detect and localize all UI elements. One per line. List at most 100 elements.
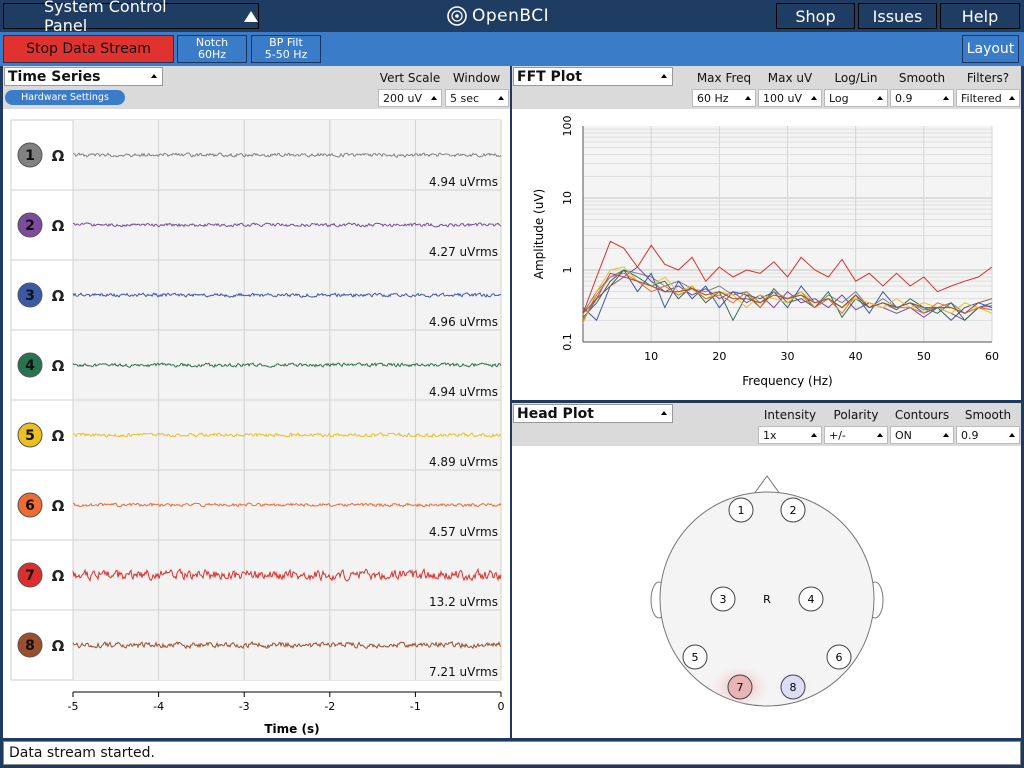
dropdown-arrow-icon [811, 96, 817, 100]
channel-8-rms: 7.21 uVrms [429, 665, 498, 679]
status-bar: Data stream started. [3, 741, 1021, 765]
head-plot: 1 2 3 4 5 6 7 8 R [650, 475, 884, 707]
time-series-widget: Time Series Hardware Settings Vert Scale… [3, 66, 510, 738]
head-control-1-dropdown[interactable]: +/- [824, 426, 888, 444]
system-control-panel-button[interactable]: System Control Panel [3, 0, 259, 35]
x-tick-label: -2 [324, 700, 335, 713]
head-control-2-dropdown[interactable]: ON [890, 426, 954, 444]
fft-control-3-dropdown[interactable]: 0.9 [890, 89, 954, 107]
head-plot-title: Head Plot [517, 405, 594, 422]
electrode-8-label: 8 [790, 681, 797, 694]
impedance-icon[interactable]: Ω [52, 497, 65, 515]
channel-7-button[interactable]: 7 [17, 562, 43, 588]
x-tick-label: 60 [985, 350, 999, 363]
vert-scale-label: Vert Scale [379, 71, 441, 85]
openbci-logo-icon [447, 6, 467, 26]
head-control-3-label: Smooth [964, 408, 1012, 422]
channel-2-rms: 4.27 uVrms [429, 245, 498, 259]
y-tick-label: 0.1 [561, 333, 574, 351]
impedance-icon[interactable]: Ω [52, 217, 65, 235]
nose-shape [753, 475, 781, 495]
bandpass-filter-button[interactable]: BP Filt 5-50 Hz [251, 35, 321, 63]
openbci-logo: OpenBCI [446, 5, 549, 27]
fft-control-3-value: 0.9 [895, 91, 913, 105]
fft-plot-widget: FFT Plot Max Freq 60 Hz Max uV 100 uV Log/Li… [512, 66, 1021, 400]
head-control-1-value: +/- [829, 428, 846, 442]
channel-6-button[interactable]: 6 [17, 492, 43, 518]
fft-control-4-dropdown[interactable]: Filtered [956, 89, 1020, 107]
impedance-icon[interactable]: Ω [52, 427, 65, 445]
head-control-2-label: Contours [894, 408, 950, 422]
head-control-0-value: 1x [763, 428, 777, 442]
channel-1-button[interactable]: 1 [17, 142, 43, 168]
help-button[interactable]: Help [940, 3, 1020, 29]
impedance-icon[interactable]: Ω [52, 637, 65, 655]
fft-widget-selector[interactable]: FFT Plot [513, 67, 673, 86]
y-tick-label: 100 [561, 116, 574, 137]
impedance-icon[interactable]: Ω [52, 147, 65, 165]
vert-scale-dropdown[interactable]: 200 uV [378, 89, 442, 107]
toolbar: Stop Data Stream Notch 60Hz BP Filt 5-50… [0, 32, 1024, 66]
electrode-7-label: 7 [737, 681, 744, 694]
channel-number: 5 [25, 428, 35, 444]
impedance-icon[interactable]: Ω [52, 357, 65, 375]
dropdown-arrow-icon [877, 96, 883, 100]
head-control-3-dropdown[interactable]: 0.9 [956, 426, 1020, 444]
channel-5-button[interactable]: 5 [17, 422, 43, 448]
fft-control-2-dropdown[interactable]: Log [824, 89, 888, 107]
channel-2-button[interactable]: 2 [17, 212, 43, 238]
shop-button[interactable]: Shop [776, 3, 855, 29]
fft-control-1-value: 100 uV [763, 91, 802, 105]
channel-number: 6 [25, 498, 35, 514]
fft-y-axis-label: Amplitude (uV) [532, 189, 546, 280]
time-series-header: Time Series Hardware Settings Vert Scale… [3, 66, 510, 109]
x-tick-label: -3 [239, 700, 250, 713]
impedance-icon[interactable]: Ω [52, 567, 65, 585]
top-bar: System Control Panel OpenBCI Shop Issues… [0, 0, 1024, 35]
dropdown-arrow-icon [943, 96, 949, 100]
window-value: 5 sec [450, 91, 480, 105]
layout-button[interactable]: Layout [962, 35, 1019, 63]
fft-control-3-label: Smooth [898, 71, 946, 85]
channel-number: 1 [25, 148, 35, 164]
x-axis-label: Time (s) [264, 722, 319, 736]
dropdown-arrow-icon [943, 433, 949, 437]
fft-control-4-value: Filtered [961, 91, 1002, 105]
dropdown-arrow-icon [661, 411, 667, 415]
channel-number: 2 [25, 218, 35, 234]
channel-4-button[interactable]: 4 [17, 352, 43, 378]
hardware-settings-button[interactable]: Hardware Settings [5, 90, 125, 105]
channel-8-button[interactable]: 8 [17, 632, 43, 658]
channel-3-button[interactable]: 3 [17, 282, 43, 308]
head-plot-widget-selector[interactable]: Head Plot [513, 404, 673, 423]
head-plot-header: Head Plot Intensity 1x Polarity +/- Contours… [512, 403, 1021, 446]
head-control-1-label: Polarity [833, 408, 879, 422]
x-tick-label: -5 [68, 700, 79, 713]
channel-6-rms: 4.57 uVrms [429, 525, 498, 539]
issues-button[interactable]: Issues [858, 3, 937, 29]
x-tick-label: 10 [644, 350, 658, 363]
fft-title: FFT Plot [517, 68, 582, 85]
head-control-0-dropdown[interactable]: 1x [758, 426, 822, 444]
fft-control-0-value: 60 Hz [697, 91, 729, 105]
x-tick-label: 30 [781, 350, 795, 363]
y-tick-label: 10 [561, 191, 574, 205]
fft-control-1-dropdown[interactable]: 100 uV [758, 89, 822, 107]
x-tick-label: 20 [712, 350, 726, 363]
notch-filter-button[interactable]: Notch 60Hz [177, 35, 247, 63]
dropdown-arrow-icon [1009, 433, 1015, 437]
dropdown-arrow-icon [431, 96, 437, 100]
impedance-icon[interactable]: Ω [52, 287, 65, 305]
fft-control-0-dropdown[interactable]: 60 Hz [692, 89, 756, 107]
time-series-widget-selector[interactable]: Time Series [4, 67, 163, 86]
dropdown-arrow-icon [498, 96, 504, 100]
channel-3-rms: 4.96 uVrms [429, 315, 498, 329]
x-tick-label: 0 [498, 700, 505, 713]
y-tick-label: 1 [561, 267, 574, 274]
stop-data-stream-button[interactable]: Stop Data Stream [3, 35, 174, 63]
fft-control-2-value: Log [829, 91, 849, 105]
channel-7-rms: 13.2 uVrms [429, 595, 498, 609]
time-series-plot: -5 -4 -3 -2 -1 0 Time (s) 1 Ω 4.94 uVrms 2 Ω 4.27 uV… [10, 119, 505, 736]
channel-1-rms: 4.94 uVrms [429, 175, 498, 189]
window-dropdown[interactable]: 5 sec [445, 89, 509, 107]
